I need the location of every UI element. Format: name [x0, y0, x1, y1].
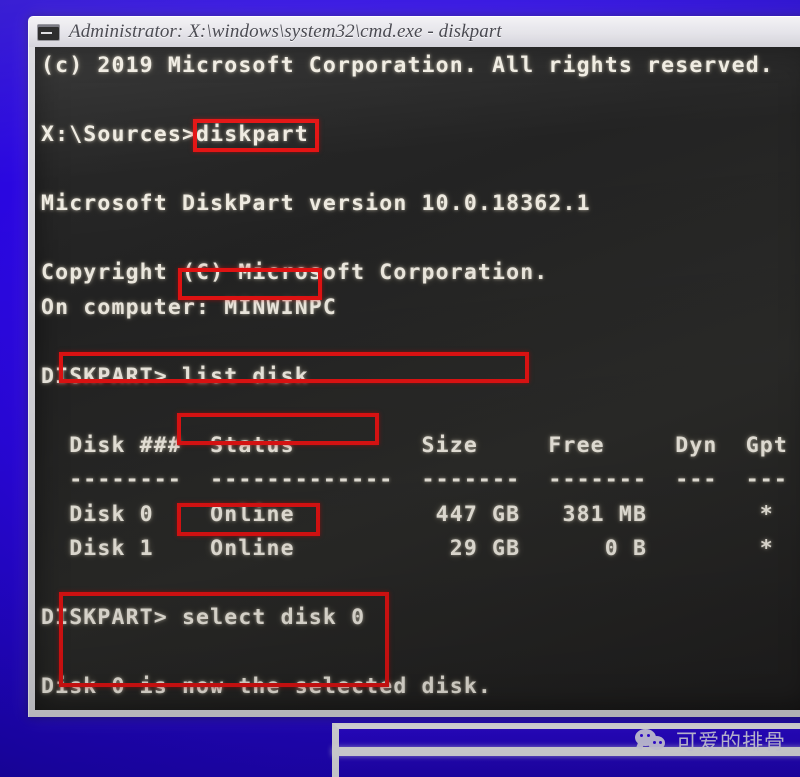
console-text: (c) 2019 Microsoft Corporation. All righ…	[41, 53, 788, 699]
wechat-icon	[635, 729, 669, 753]
cmd-window[interactable]: Administrator: X:\windows\system32\cmd.e…	[28, 16, 800, 717]
cmd-prompt-icon	[37, 23, 60, 41]
console-output-area[interactable]: (c) 2019 Microsoft Corporation. All righ…	[35, 47, 800, 710]
watermark-text: 可爱的排骨	[676, 730, 786, 754]
window-titlebar[interactable]: Administrator: X:\windows\system32\cmd.e…	[29, 17, 800, 47]
photographed-screen: Administrator: X:\windows\system32\cmd.e…	[0, 0, 800, 777]
watermark: 可爱的排骨	[635, 726, 786, 756]
window-title: Administrator: X:\windows\system32\cmd.e…	[69, 21, 502, 42]
